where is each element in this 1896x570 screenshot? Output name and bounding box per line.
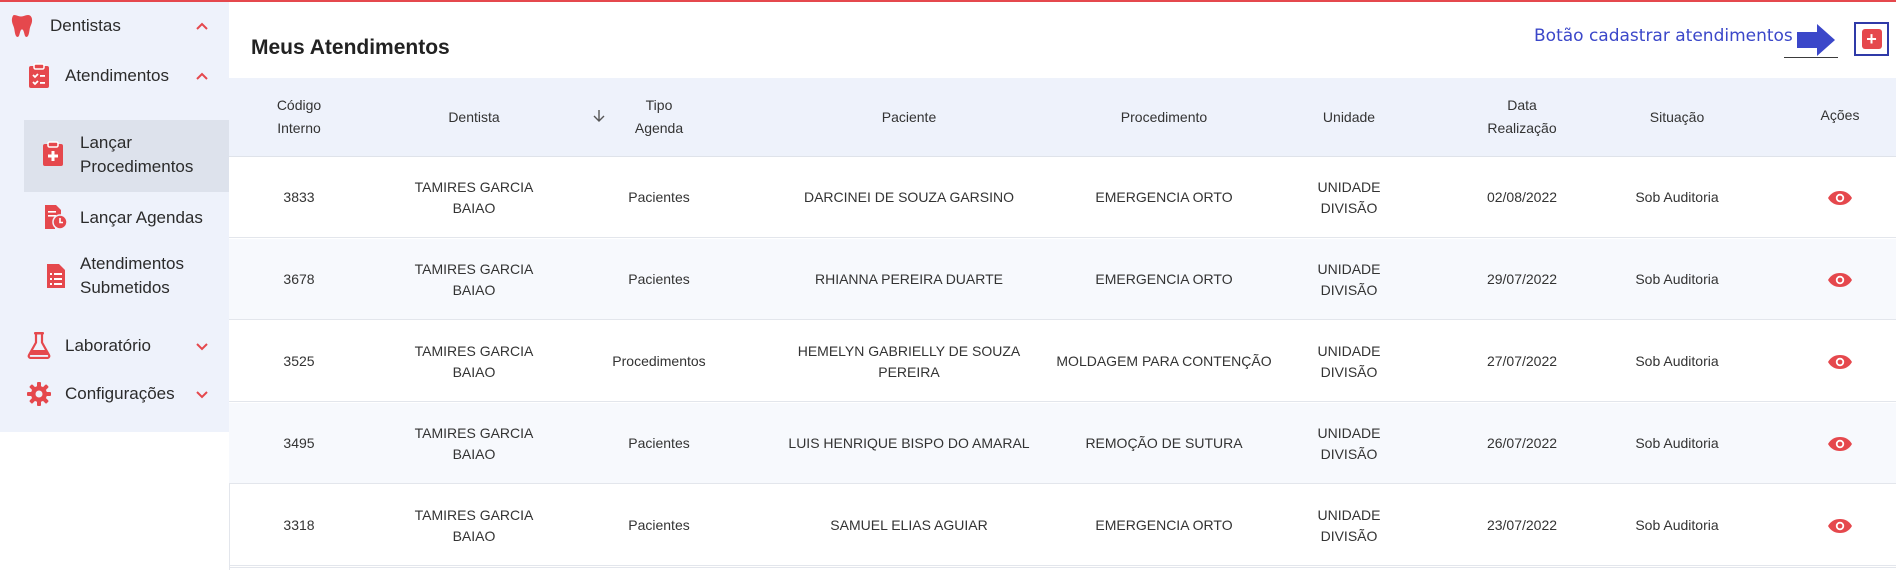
document-list-icon <box>43 263 69 289</box>
sidebar-item-dentistas[interactable]: Dentistas <box>0 12 229 40</box>
cell-unidade: UNIDADE DIVISÃO <box>1317 260 1381 298</box>
column-header-acoes: Ações <box>1820 106 1860 123</box>
tooth-icon <box>8 13 34 39</box>
sidebar-item-lancar-agendas[interactable]: Lançar Agendas <box>0 204 229 232</box>
cell-unidade: UNIDADE DIVISÃO <box>1317 342 1381 380</box>
cell-acoes <box>1790 157 1890 238</box>
cell-dentista: TAMIRES GARCIA BAIAO <box>414 424 534 462</box>
column-header-tipo-agenda[interactable]: Tipo Agenda <box>599 78 719 156</box>
cell-paciente: HEMELYN GABRIELLY DE SOUZA PEREIRA <box>797 342 1021 380</box>
view-eye-icon[interactable] <box>1827 436 1853 452</box>
cell-tipo-agenda: Pacientes <box>628 189 690 205</box>
cell-dentista: TAMIRES GARCIA BAIAO <box>414 260 534 298</box>
cell-situacao: Sob Auditoria <box>1635 271 1719 287</box>
sidebar-item-lancar-procedimentos[interactable]: Lançar Procedimentos <box>0 118 229 190</box>
cell-situacao: Sob Auditoria <box>1635 517 1719 533</box>
table-row: 3318 TAMIRES GARCIA BAIAO Pacientes SAMUEL … <box>229 485 1896 566</box>
sidebar-item-laboratorio[interactable]: Laboratório <box>0 332 229 360</box>
cell-paciente: RHIANNA PEREIRA DUARTE <box>814 271 1003 287</box>
add-atendimento-button[interactable]: + <box>1854 22 1889 56</box>
cell-codigo: 3525 <box>283 353 315 369</box>
sidebar-item-atendimentos-submetidos[interactable]: Atendimentos Submetidos <box>0 250 229 304</box>
cell-codigo: 3678 <box>283 271 315 287</box>
cell-codigo: 3833 <box>283 189 315 205</box>
view-eye-icon[interactable] <box>1827 190 1853 206</box>
view-eye-icon[interactable] <box>1827 354 1853 370</box>
chevron-down-icon[interactable] <box>195 340 209 354</box>
chevron-up-icon[interactable] <box>195 19 209 33</box>
cell-tipo-agenda: Pacientes <box>628 435 690 451</box>
cell-procedimento: REMOÇÃO DE SUTURA <box>1085 435 1243 451</box>
clipboard-plus-icon <box>40 141 66 167</box>
cell-paciente: DARCINEI DE SOUZA GARSINO <box>803 189 1015 205</box>
sidebar-item-label: Atendimentos Submetidos <box>80 254 184 297</box>
chevron-up-icon[interactable] <box>195 69 209 83</box>
sidebar-item-label: Dentistas <box>50 16 121 35</box>
view-eye-icon[interactable] <box>1827 272 1853 288</box>
sidebar-item-label: Lançar Agendas <box>80 208 203 227</box>
cell-procedimento: EMERGENCIA ORTO <box>1095 517 1233 533</box>
cell-paciente: SAMUEL ELIAS AGUIAR <box>830 517 988 533</box>
column-header-unidade[interactable]: Unidade <box>1289 78 1409 156</box>
sidebar-item-atendimentos[interactable]: Atendimentos <box>0 62 229 90</box>
gear-icon <box>26 381 52 407</box>
cell-paciente: LUIS HENRIQUE BISPO DO AMARAL <box>788 435 1030 451</box>
sidebar-item-configuracoes[interactable]: Configurações <box>0 380 229 408</box>
cell-tipo-agenda: Pacientes <box>628 517 690 533</box>
cell-situacao: Sob Auditoria <box>1635 435 1719 451</box>
cell-codigo: 3495 <box>283 435 315 451</box>
sidebar-item-label: Atendimentos <box>65 66 169 85</box>
cell-unidade: UNIDADE DIVISÃO <box>1317 506 1381 544</box>
cell-data: 26/07/2022 <box>1486 435 1558 451</box>
table-row: 3495 TAMIRES GARCIA BAIAO Pacientes LUIS HE… <box>229 403 1896 484</box>
cell-data: 27/07/2022 <box>1486 353 1558 369</box>
cell-data: 29/07/2022 <box>1486 271 1558 287</box>
cell-unidade: UNIDADE DIVISÃO <box>1317 424 1381 462</box>
sidebar-item-label: Lançar Procedimentos <box>80 133 194 176</box>
column-header-dentista[interactable]: Dentista <box>399 78 549 156</box>
cell-acoes <box>1790 239 1890 320</box>
table-row: 3833 TAMIRES GARCIA BAIAO Pacientes DARCINE… <box>229 157 1896 238</box>
sidebar: Dentistas Atendimentos Lançar Procedimen… <box>0 2 229 432</box>
column-header-procedimento[interactable]: Procedimento <box>1029 78 1299 156</box>
cell-situacao: Sob Auditoria <box>1635 353 1719 369</box>
table-row: 3678 TAMIRES GARCIA BAIAO Pacientes RHIANNA… <box>229 239 1896 320</box>
cell-procedimento: MOLDAGEM PARA CONTENÇÃO <box>1056 353 1272 369</box>
sidebar-item-label: Configurações <box>65 384 175 403</box>
table-header: Código Interno Dentista Tipo Agenda Paci… <box>229 78 1896 157</box>
chevron-down-icon[interactable] <box>195 388 209 402</box>
view-eye-icon[interactable] <box>1827 518 1853 534</box>
table-bottom-border <box>229 567 1896 568</box>
cell-dentista: TAMIRES GARCIA BAIAO <box>414 342 534 380</box>
sidebar-item-label: Laboratório <box>65 336 152 355</box>
table-row: 3525 TAMIRES GARCIA BAIAO Procedimentos HEM… <box>229 321 1896 402</box>
cell-codigo: 3318 <box>283 517 315 533</box>
cell-procedimento: EMERGENCIA ORTO <box>1095 271 1233 287</box>
column-header-codigo[interactable]: Código Interno <box>249 78 349 156</box>
column-header-data[interactable]: Data Realização <box>1462 78 1582 156</box>
cell-acoes <box>1790 321 1890 402</box>
column-header-paciente[interactable]: Paciente <box>759 78 1059 156</box>
page-title: Meus Atendimentos <box>251 36 450 59</box>
cell-unidade: UNIDADE DIVISÃO <box>1317 178 1381 216</box>
cell-acoes <box>1790 403 1890 484</box>
cell-situacao: Sob Auditoria <box>1635 189 1719 205</box>
cell-tipo-agenda: Pacientes <box>628 271 690 287</box>
cell-acoes <box>1790 485 1890 566</box>
cell-dentista: TAMIRES GARCIA BAIAO <box>414 178 534 216</box>
cell-tipo-agenda: Procedimentos <box>612 353 706 369</box>
top-accent-line <box>0 0 1896 2</box>
annotation-text: Botão cadastrar atendimentos <box>1534 26 1793 46</box>
flask-icon <box>26 332 52 359</box>
cell-data: 23/07/2022 <box>1486 517 1558 533</box>
cell-dentista: TAMIRES GARCIA BAIAO <box>414 506 534 544</box>
column-header-situacao[interactable]: Situação <box>1617 78 1737 156</box>
arrow-right-icon <box>1797 24 1835 56</box>
clipboard-check-icon <box>26 63 52 89</box>
plus-icon: + <box>1861 29 1882 49</box>
cell-procedimento: EMERGENCIA ORTO <box>1095 189 1233 205</box>
document-clock-icon <box>43 204 69 230</box>
cell-data: 02/08/2022 <box>1486 189 1558 205</box>
